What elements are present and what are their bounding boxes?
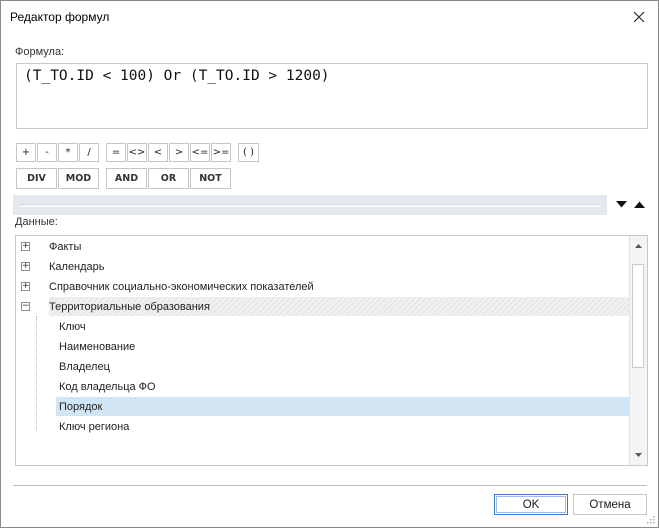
ok-button[interactable]: OK [494, 494, 568, 515]
tree-item-territorial-entities[interactable]: Территориальные образования [49, 297, 210, 317]
tree-item-region-key[interactable]: Ключ региона [59, 417, 129, 437]
tree-scrollbar[interactable] [629, 236, 647, 465]
expand-icon[interactable]: + [21, 262, 30, 271]
or-button[interactable]: OR [148, 168, 189, 189]
scroll-down-button[interactable] [631, 447, 646, 463]
mod-button[interactable]: MOD [58, 168, 99, 189]
div-button[interactable]: DIV [16, 168, 57, 189]
tree-item-name[interactable]: Наименование [59, 337, 135, 357]
parentheses-button[interactable]: ( ) [238, 143, 259, 162]
expand-icon[interactable]: + [21, 282, 30, 291]
scroll-down-arrow-icon [635, 453, 642, 457]
formula-text: (T_TO.ID < 100) Or (T_TO.ID > 1200) [24, 68, 330, 84]
tree-guide-line [36, 316, 37, 430]
tree-item-key[interactable]: Ключ [59, 317, 86, 337]
collapse-up-button[interactable] [632, 197, 647, 212]
formula-input[interactable]: (T_TO.ID < 100) Or (T_TO.ID > 1200) [16, 63, 648, 129]
and-button[interactable]: AND [106, 168, 147, 189]
tree-item-order[interactable]: Порядок [59, 397, 102, 417]
less-equal-button[interactable]: <= [190, 143, 210, 162]
triangle-up-icon [634, 201, 645, 208]
close-icon [633, 11, 645, 23]
greater-equal-button[interactable]: >= [211, 143, 231, 162]
panel-splitter[interactable] [13, 195, 607, 215]
tree-item-owner-code[interactable]: Код владельца ФО [59, 377, 156, 397]
multiply-button[interactable]: * [58, 143, 78, 162]
scroll-up-arrow-icon [635, 244, 642, 248]
expand-icon[interactable]: + [21, 242, 30, 251]
data-tree: + Факты + Календарь + Справочник социаль… [15, 235, 648, 466]
resize-grip-icon[interactable] [647, 516, 655, 524]
divide-button[interactable]: / [79, 143, 99, 162]
data-label: Данные: [15, 216, 58, 228]
tree-selection-highlight [56, 397, 630, 416]
tree-item-calendar[interactable]: Календарь [49, 257, 105, 277]
triangle-down-icon [616, 201, 627, 208]
plus-button[interactable]: + [16, 143, 36, 162]
cancel-button[interactable]: Отмена [573, 494, 647, 515]
tree-item-facts[interactable]: Факты [49, 237, 81, 257]
title-bar: Редактор формул [1, 1, 658, 33]
tree-item-socioeconomic-directory[interactable]: Справочник социально-экономических показ… [49, 277, 314, 297]
collapse-down-button[interactable] [614, 197, 629, 212]
greater-than-button[interactable]: > [169, 143, 189, 162]
collapse-icon[interactable]: − [21, 302, 30, 311]
footer-separator [13, 485, 647, 486]
not-equals-button[interactable]: <> [127, 143, 147, 162]
not-button[interactable]: NOT [190, 168, 231, 189]
minus-button[interactable]: - [37, 143, 57, 162]
tree-item-owner[interactable]: Владелец [59, 357, 110, 377]
equals-button[interactable]: = [106, 143, 126, 162]
scroll-up-button[interactable] [631, 238, 646, 254]
less-than-button[interactable]: < [148, 143, 168, 162]
formula-label: Формула: [15, 46, 65, 58]
scroll-thumb[interactable] [632, 264, 644, 368]
close-button[interactable] [626, 5, 652, 29]
window-title: Редактор формул [10, 10, 110, 24]
formula-editor-dialog: Редактор формул Формула: (T_TO.ID < 100)… [0, 0, 659, 528]
